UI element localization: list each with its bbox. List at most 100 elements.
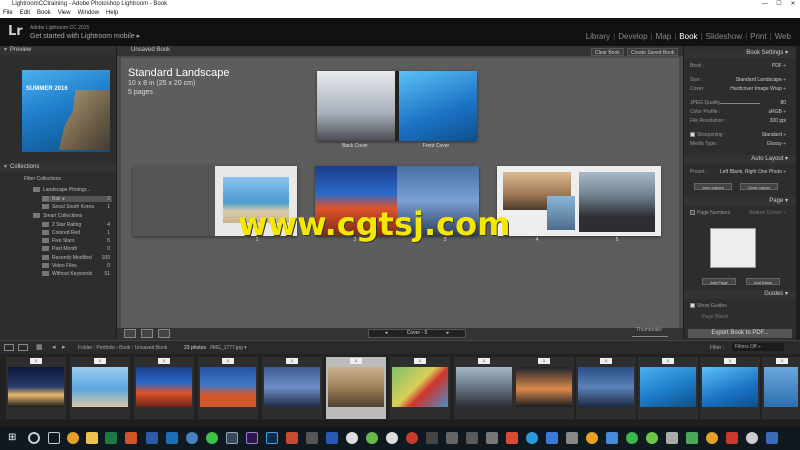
clear-layout-button[interactable]: Clear Layout: [740, 183, 778, 190]
menu-help[interactable]: Help: [106, 9, 118, 18]
collection-item[interactable]: Landscape Photogr...: [33, 187, 112, 193]
single-page-view-button[interactable]: [158, 329, 170, 338]
module-book[interactable]: Book: [676, 32, 700, 41]
app-icon[interactable]: [346, 432, 358, 444]
book-size-row[interactable]: Size : Standard Landscape ÷: [690, 77, 786, 83]
second-window-icon[interactable]: [18, 344, 28, 351]
filmstrip-thumb[interactable]: 1: [134, 357, 194, 419]
guides-header[interactable]: Guides ▾: [684, 290, 796, 299]
file-explorer-icon[interactable]: [86, 432, 98, 444]
app-icon[interactable]: [506, 432, 518, 444]
show-guides-row[interactable]: Show Guides: [690, 303, 786, 309]
page-bleed-row[interactable]: Page Bleed: [702, 314, 798, 320]
media-type-row[interactable]: Media Type : Glossy ÷: [690, 141, 786, 147]
powerpoint-icon[interactable]: [125, 432, 137, 444]
collection-item[interactable]: Past Month 0: [42, 246, 112, 252]
windows-start-icon[interactable]: ⊞: [8, 432, 20, 444]
collection-item[interactable]: Without Keywords 51: [42, 271, 112, 277]
collection-item[interactable]: Filter Collections: [24, 176, 112, 182]
clear-book-button[interactable]: Clear Book: [591, 48, 624, 56]
filter-select[interactable]: Filters Off ÷: [732, 343, 784, 351]
app-icon[interactable]: [666, 432, 678, 444]
filmstrip-thumb[interactable]: 1: [70, 357, 130, 419]
app-icon[interactable]: [766, 432, 778, 444]
sharpening-row[interactable]: Sharpening : Standard ÷: [690, 132, 786, 138]
back-arrow-icon[interactable]: ◂: [52, 343, 56, 351]
export-book-button[interactable]: Export Book to PDF...: [688, 329, 792, 338]
filmstrip-thumb[interactable]: 1: [576, 357, 636, 419]
filmstrip-thumb[interactable]: 1: [390, 357, 450, 419]
file-resolution-row[interactable]: File Resolution : 300 ppi: [690, 118, 786, 124]
app-icon[interactable]: [426, 432, 438, 444]
module-slideshow[interactable]: Slideshow: [703, 32, 745, 41]
prev-page-icon[interactable]: ◂: [385, 330, 388, 336]
app-icon[interactable]: [466, 432, 478, 444]
collection-item[interactable]: Seoul South Korea 1: [42, 204, 112, 210]
app-icon[interactable]: [386, 432, 398, 444]
color-profile-row[interactable]: Color Profile : sRGB ÷: [690, 109, 786, 115]
cover-spread[interactable]: [317, 71, 477, 141]
menu-edit[interactable]: Edit: [20, 9, 30, 18]
app-icon[interactable]: [526, 432, 538, 444]
minimize-button[interactable]: —: [758, 0, 772, 9]
app-icon[interactable]: [566, 432, 578, 444]
app-icon[interactable]: [366, 432, 378, 444]
app-icon[interactable]: [606, 432, 618, 444]
menu-file[interactable]: File: [3, 9, 13, 18]
collection-item[interactable]: Recently Modified 100: [42, 255, 112, 261]
app-icon[interactable]: [646, 432, 658, 444]
app-icon[interactable]: [306, 432, 318, 444]
module-library[interactable]: Library: [583, 32, 613, 41]
filmstrip-thumb[interactable]: 1: [638, 357, 698, 419]
filmstrip-thumb[interactable]: 1: [762, 357, 800, 419]
page-spread[interactable]: [497, 166, 661, 236]
collection-item[interactable]: Smart Collections: [33, 213, 112, 219]
app-icon[interactable]: [546, 432, 558, 444]
filmstrip-thumb[interactable]: 1: [198, 357, 258, 419]
spread-view-button[interactable]: [141, 329, 153, 338]
book-cover-row[interactable]: Cover : Hardcover Image Wrap ÷: [690, 86, 786, 92]
app-icon[interactable]: [686, 432, 698, 444]
app-icon[interactable]: [286, 432, 298, 444]
app-icon[interactable]: [486, 432, 498, 444]
forward-arrow-icon[interactable]: ▸: [62, 343, 66, 351]
selected-filename[interactable]: /IMG_1777.jpg ▾: [210, 345, 247, 351]
page-numbers-row[interactable]: Page Numbers Bottom Corner ÷: [690, 210, 786, 216]
outlook-icon[interactable]: [166, 432, 178, 444]
filmstrip-thumb-selected[interactable]: 1: [326, 357, 386, 419]
page-numbers-checkbox[interactable]: [690, 210, 695, 216]
collections-panel-header[interactable]: ▼ Collections: [0, 163, 116, 172]
whatsapp-icon[interactable]: [206, 432, 218, 444]
preset-row[interactable]: Preset : Left Blank, Right One Photo ÷: [690, 169, 786, 175]
grid-icon[interactable]: ▦: [36, 343, 43, 351]
app-icon[interactable]: [626, 432, 638, 444]
chrome-icon[interactable]: [67, 432, 79, 444]
premiere-icon[interactable]: [246, 432, 258, 444]
filmstrip-thumb[interactable]: 1: [6, 357, 66, 419]
app-icon[interactable]: [706, 432, 718, 444]
menu-view[interactable]: View: [58, 9, 71, 18]
app-icon[interactable]: [186, 432, 198, 444]
add-page-button[interactable]: Add Page: [702, 278, 736, 285]
mobile-link[interactable]: Get started with Lightroom mobile ▸: [30, 32, 140, 40]
app-icon[interactable]: [406, 432, 418, 444]
show-guides-checkbox[interactable]: [690, 303, 695, 309]
excel-icon[interactable]: [105, 432, 117, 444]
module-web[interactable]: Web: [772, 32, 794, 41]
collection-item[interactable]: 2 Star Rating 4: [42, 222, 112, 228]
menu-book[interactable]: Book: [37, 9, 51, 18]
filmstrip-thumb[interactable]: 1: [262, 357, 322, 419]
menu-window[interactable]: Window: [78, 9, 99, 18]
photoshop-icon[interactable]: [266, 432, 278, 444]
app-icon[interactable]: [726, 432, 738, 444]
module-develop[interactable]: Develop: [615, 32, 650, 41]
thumbnail-size-slider[interactable]: [632, 336, 668, 337]
app-icon[interactable]: [746, 432, 758, 444]
word-icon[interactable]: [146, 432, 158, 444]
app-icon[interactable]: [586, 432, 598, 444]
collection-item[interactable]: Colored Red 1: [42, 230, 112, 236]
app-icon[interactable]: [446, 432, 458, 444]
maximize-button[interactable]: ☐: [772, 0, 786, 9]
filmstrip-thumb[interactable]: 1: [454, 357, 514, 419]
collection-item[interactable]: Video Files 0: [42, 263, 112, 269]
